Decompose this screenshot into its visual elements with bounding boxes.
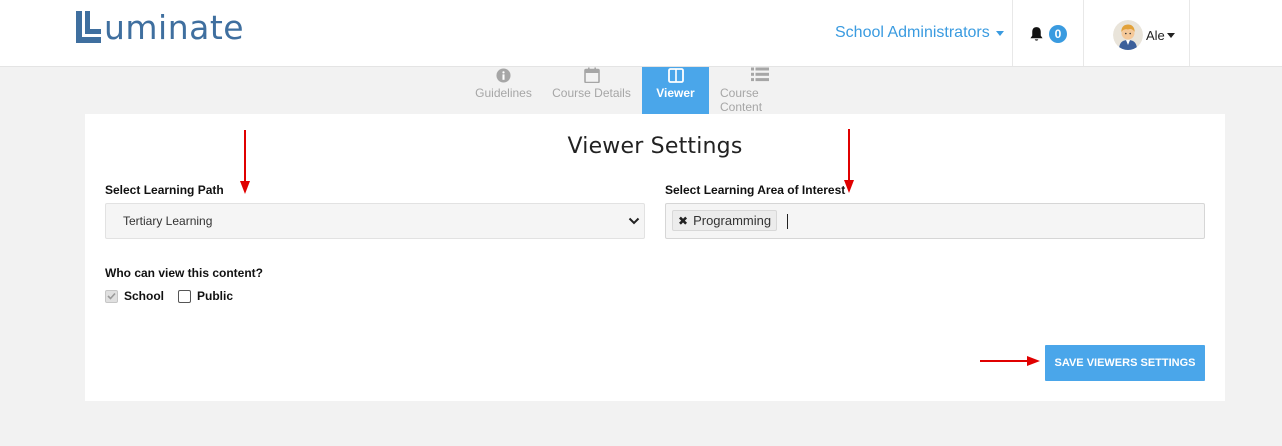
columns-icon (667, 67, 684, 85)
learning-area-label: Select Learning Area of Interest (665, 183, 846, 197)
school-checkbox-label: School (124, 289, 165, 303)
chevron-down-icon (628, 217, 640, 225)
who-can-view-label: Who can view this content? (105, 266, 264, 280)
nav-divider (1012, 0, 1013, 66)
bell-icon (1030, 26, 1043, 41)
notification-count-badge: 0 (1049, 25, 1067, 43)
logo-mark-icon (76, 11, 101, 43)
tab-label: Course Content (720, 86, 763, 114)
viewer-settings-card: Viewer Settings Select Learning Path Ter… (85, 114, 1225, 401)
role-dropdown-label: School Administrators (835, 24, 990, 41)
annotation-arrow-down-icon (240, 130, 250, 194)
page-title: Viewer Settings (567, 134, 743, 159)
public-checkbox[interactable] (178, 289, 192, 303)
tab-label: Course Details (552, 86, 631, 100)
nav-divider (1189, 0, 1190, 66)
remove-tag-icon[interactable]: ✖ (678, 214, 688, 228)
role-dropdown[interactable]: School Administrators (835, 24, 1004, 42)
user-name: Ale (1146, 27, 1165, 43)
tab-course-details[interactable]: Course Details (541, 67, 642, 114)
tab-guidelines[interactable]: Guidelines (466, 67, 541, 114)
info-circle-icon (496, 67, 511, 85)
text-cursor (787, 214, 788, 229)
annotation-arrow-down-icon (844, 129, 854, 193)
tag-chip-programming: ✖ Programming (672, 210, 778, 231)
avatar (1113, 20, 1143, 50)
school-checkbox[interactable] (105, 289, 118, 303)
list-icon (750, 67, 770, 85)
check-icon (107, 292, 116, 300)
public-checkbox-label: Public (197, 289, 234, 303)
notifications-button[interactable]: 0 (1028, 25, 1067, 43)
learning-area-tag-input[interactable]: ✖ Programming (665, 203, 1205, 239)
learning-path-selected-value: Tertiary Learning (123, 214, 213, 228)
caret-down-icon (995, 30, 1004, 36)
tab-viewer[interactable]: Viewer (642, 67, 709, 114)
caret-down-icon (1166, 32, 1175, 38)
learning-path-select[interactable]: Tertiary Learning (105, 203, 645, 239)
user-menu[interactable]: Ale (1113, 20, 1175, 50)
luminate-logo[interactable]: uminate (73, 6, 244, 48)
learning-path-label: Select Learning Path (105, 183, 224, 197)
tab-course-content[interactable]: Course Content (709, 67, 810, 114)
visibility-options: School Public (105, 289, 247, 303)
calendar-icon (583, 67, 600, 85)
nav-divider (1083, 0, 1084, 66)
course-step-tabs: Guidelines Course Details Viewer Course … (466, 67, 810, 114)
tag-chip-label: Programming (693, 213, 772, 228)
tab-label: Viewer (656, 86, 695, 100)
tab-label: Guidelines (475, 86, 532, 100)
save-viewers-settings-button[interactable]: SAVE VIEWERS SETTINGS (1045, 345, 1205, 381)
top-navbar: uminate School Administrators 0 Ale (0, 0, 1282, 67)
brand-name: uminate (104, 7, 245, 47)
annotation-arrow-right-icon (980, 356, 1040, 366)
